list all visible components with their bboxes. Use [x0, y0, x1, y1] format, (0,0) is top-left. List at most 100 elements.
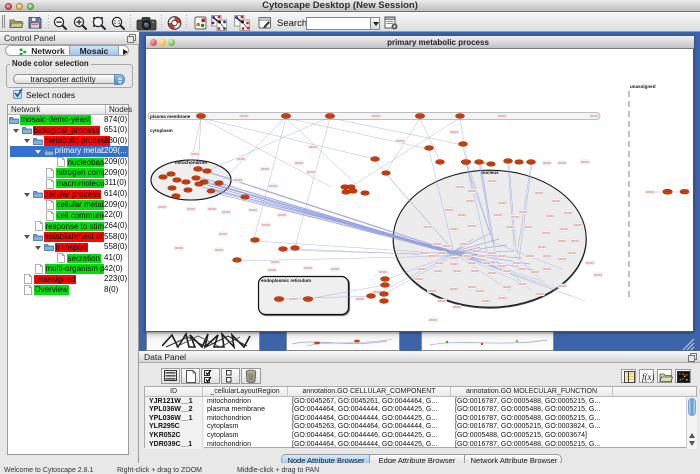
- svg-text:#####: #####: [240, 114, 248, 118]
- svg-text:#####: #####: [458, 213, 466, 217]
- svg-text:#####: #####: [261, 167, 269, 171]
- svg-text:#####: #####: [498, 264, 506, 268]
- svg-text:#####: #####: [415, 277, 423, 281]
- svg-text:#####: #####: [307, 170, 315, 174]
- svg-text:#####: #####: [424, 225, 432, 229]
- svg-text:#####: #####: [269, 184, 277, 188]
- svg-text:#####: #####: [234, 178, 242, 182]
- svg-text:#####: #####: [498, 201, 506, 205]
- svg-text:#####: #####: [571, 239, 579, 243]
- svg-text:#####: #####: [309, 145, 317, 149]
- svg-text:#####: #####: [433, 242, 441, 246]
- svg-text:#####: #####: [450, 130, 458, 134]
- svg-text:#####: #####: [543, 161, 551, 165]
- svg-text:#####: #####: [278, 213, 286, 217]
- svg-text:#####: #####: [488, 251, 496, 255]
- svg-text:#####: #####: [434, 269, 442, 273]
- svg-text:#####: #####: [295, 161, 303, 165]
- svg-text:#####: #####: [488, 271, 496, 275]
- svg-text:#####: #####: [428, 254, 436, 258]
- svg-text:#####: #####: [468, 224, 476, 228]
- svg-text:#####: #####: [450, 227, 458, 231]
- svg-text:#####: #####: [450, 287, 458, 291]
- svg-text:#####: #####: [175, 246, 183, 250]
- svg-text:#####: #####: [546, 214, 554, 218]
- svg-text:#####: #####: [482, 299, 490, 303]
- svg-text:#####: #####: [503, 285, 511, 289]
- svg-text:unassigned: unassigned: [630, 84, 656, 89]
- svg-text:#####: #####: [438, 299, 446, 303]
- svg-text:#####: #####: [518, 282, 526, 286]
- svg-text:#####: #####: [518, 267, 526, 271]
- svg-text:#####: #####: [498, 114, 506, 118]
- svg-text:#####: #####: [420, 251, 428, 255]
- svg-text:#####: #####: [466, 199, 474, 203]
- svg-text:#####: #####: [581, 160, 589, 164]
- svg-text:#####: #####: [208, 207, 216, 211]
- svg-text:#####: #####: [558, 284, 566, 288]
- svg-text:#####: #####: [646, 190, 654, 194]
- svg-text:#####: #####: [564, 211, 572, 215]
- svg-text:#####: #####: [483, 261, 491, 265]
- svg-text:#####: #####: [568, 251, 576, 255]
- svg-text:#####: #####: [558, 257, 566, 261]
- svg-text:#####: #####: [460, 242, 468, 246]
- svg-text:f(x): f(x): [642, 372, 654, 382]
- svg-text:#####: #####: [372, 114, 380, 118]
- svg-text:#####: #####: [453, 305, 461, 309]
- svg-text:#####: #####: [438, 251, 446, 255]
- svg-text:#####: #####: [506, 225, 514, 229]
- svg-text:#####: #####: [158, 205, 166, 209]
- svg-text:#####: #####: [590, 114, 598, 118]
- svg-text:#####: #####: [535, 191, 543, 195]
- svg-text:#####: #####: [503, 269, 511, 273]
- svg-text:#####: #####: [379, 270, 387, 274]
- svg-text:nucleus: nucleus: [481, 170, 499, 175]
- svg-text:#####: #####: [445, 208, 453, 212]
- svg-text:#####: #####: [268, 268, 276, 272]
- svg-text:cytoplasm: cytoplasm: [150, 128, 173, 133]
- svg-text:#####: #####: [187, 207, 195, 211]
- svg-text:#####: #####: [478, 254, 486, 258]
- svg-text:#####: #####: [594, 273, 602, 277]
- svg-text:#####: #####: [468, 285, 476, 289]
- svg-text:#####: #####: [304, 266, 312, 270]
- svg-text:#####: #####: [476, 289, 484, 293]
- svg-text:#####: #####: [331, 267, 339, 271]
- svg-text:#####: #####: [498, 254, 506, 258]
- svg-text:#####: #####: [450, 256, 458, 260]
- svg-text:#####: #####: [222, 210, 230, 214]
- svg-text:#####: #####: [453, 269, 461, 273]
- svg-text:#####: #####: [513, 261, 521, 265]
- svg-text:#####: #####: [542, 231, 550, 235]
- svg-text:#####: #####: [473, 249, 481, 253]
- svg-text:#####: #####: [574, 223, 582, 227]
- svg-text:#####: #####: [249, 208, 257, 212]
- svg-text:plasma membrane: plasma membrane: [150, 114, 191, 119]
- svg-text:#####: #####: [471, 269, 479, 273]
- svg-text:#####: #####: [443, 244, 451, 248]
- svg-text:mitochondrion: mitochondrion: [175, 160, 207, 165]
- svg-text:#####: #####: [289, 297, 297, 301]
- svg-text:#####: #####: [511, 215, 519, 219]
- svg-text:#####: #####: [524, 225, 532, 229]
- svg-text:#####: #####: [558, 161, 566, 165]
- svg-text:#####: #####: [538, 245, 546, 249]
- svg-text:#####: #####: [488, 179, 496, 183]
- svg-text:#####: #####: [552, 199, 560, 203]
- svg-text:#####: #####: [237, 157, 245, 161]
- svg-text:#####: #####: [463, 254, 471, 258]
- svg-text:#####: #####: [543, 254, 551, 258]
- svg-text:#####: #####: [586, 261, 594, 265]
- svg-text:#####: #####: [519, 210, 527, 214]
- svg-text:#####: #####: [468, 261, 476, 265]
- svg-text:#####: #####: [191, 152, 199, 156]
- svg-text:#####: #####: [526, 254, 534, 258]
- svg-text:#####: #####: [450, 262, 458, 266]
- svg-text:#####: #####: [418, 267, 426, 271]
- svg-text:#####: #####: [429, 318, 437, 322]
- svg-text:#####: #####: [215, 248, 223, 252]
- svg-text:#####: #####: [435, 261, 443, 265]
- svg-text:#####: #####: [558, 239, 566, 243]
- svg-text:#####: #####: [468, 189, 476, 193]
